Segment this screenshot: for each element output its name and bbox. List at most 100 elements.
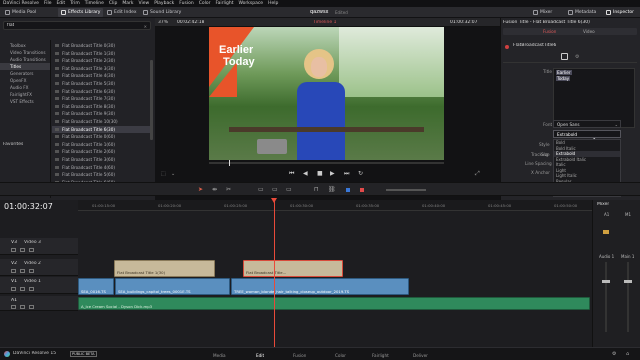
stop-icon[interactable]: ■ <box>317 170 323 177</box>
playhead-marker-icon[interactable] <box>271 198 277 203</box>
favorites-header[interactable]: Favorites <box>3 142 23 147</box>
effects-library-button[interactable]: Effects Library <box>58 8 104 17</box>
timeline-playhead[interactable] <box>274 200 275 347</box>
timeline-ruler[interactable]: 01:00:15:00 01:00:20:00 01:00:25:00 01:0… <box>78 200 592 211</box>
zoom-level[interactable]: 37% <box>158 20 168 25</box>
menu-mark[interactable]: Mark <box>122 1 133 6</box>
mixer-button[interactable]: Mixer <box>530 8 555 17</box>
home-icon[interactable]: ⌂ <box>626 351 629 357</box>
lock-icon[interactable] <box>11 287 16 291</box>
bin-openfx[interactable]: OpenFX <box>0 77 50 84</box>
list-item[interactable]: Flat Broadcast Title 7(30) <box>52 95 152 103</box>
list-item[interactable]: Flat Broadcast Title 1(60) <box>52 141 152 149</box>
lock-icon[interactable] <box>11 248 16 252</box>
fader-knob-2[interactable] <box>624 280 632 283</box>
trim-tool-icon[interactable]: ⇹ <box>212 186 217 193</box>
titles-scrollbar[interactable] <box>150 60 153 140</box>
inspector-button[interactable]: Inspector <box>603 8 637 17</box>
snapping-icon[interactable]: ⊓ <box>314 186 319 193</box>
fullscreen-icon[interactable]: ⤢ <box>475 170 480 178</box>
replace-clip-icon[interactable]: ▭ <box>286 186 292 193</box>
list-item[interactable]: Flat Broadcast Title 0(30) <box>52 42 152 50</box>
mute-icon[interactable] <box>29 305 34 309</box>
loop-icon[interactable]: ↻ <box>358 170 363 177</box>
effects-search-input[interactable]: flat <box>7 23 14 28</box>
menu-edit[interactable]: Edit <box>56 1 65 6</box>
menu-view[interactable]: View <box>139 1 150 6</box>
list-item-selected[interactable]: Flat Broadcast Title 6(30) <box>52 125 152 134</box>
page-tab-edit[interactable]: Edit <box>256 353 264 358</box>
menu-fusion[interactable]: Fusion <box>179 1 193 6</box>
bin-audio-fx[interactable]: Audio FX <box>0 84 50 91</box>
bin-audio-transitions[interactable]: Audio Transitions <box>0 56 50 63</box>
list-item[interactable]: Flat Broadcast Title 6(30) <box>52 88 152 96</box>
menu-color[interactable]: Color <box>199 1 211 6</box>
title-clip-b[interactable]: Flat Broadcast Title... <box>243 260 343 277</box>
video-clip-c[interactable]: TREE_woman_blonde_hair_talking_closeup_o… <box>231 278 409 295</box>
selection-tool-icon[interactable]: ➤ <box>198 186 203 193</box>
menu-workspace[interactable]: Workspace <box>238 1 263 6</box>
list-item[interactable]: Flat Broadcast Title 9(30) <box>52 110 152 118</box>
list-item[interactable]: Flat Broadcast Title 5(60) <box>52 171 152 179</box>
chevron-down-icon[interactable]: ⌄ <box>171 171 175 177</box>
list-item[interactable]: Flat Broadcast Title 10(30) <box>52 118 152 126</box>
lock-icon[interactable] <box>11 269 16 273</box>
reverse-play-icon[interactable]: ◀ <box>303 170 308 177</box>
tab-video[interactable]: Video <box>583 29 595 34</box>
go-to-end-icon[interactable]: ⏭ <box>344 170 349 178</box>
list-item[interactable]: Flat Broadcast Title 4(30) <box>52 72 152 80</box>
font-dropdown[interactable]: Open Sans ⌄ <box>553 120 621 128</box>
edit-index-button[interactable]: Edit Index <box>104 8 140 17</box>
menu-clip[interactable]: Clip <box>109 1 118 6</box>
metadata-button[interactable]: Metadata <box>565 8 599 17</box>
audio-clip[interactable]: A_Ice Cream Social - Dyson Dick.mp3 <box>78 297 590 310</box>
record-arm-button[interactable] <box>603 230 609 234</box>
list-item[interactable]: Flat Broadcast Title 8(30) <box>52 103 152 111</box>
overwrite-clip-icon[interactable]: ▭ <box>272 186 278 193</box>
play-icon[interactable]: ▶ <box>330 170 335 177</box>
style-dropdown[interactable]: Extrabold <box>553 130 621 138</box>
list-item[interactable]: Flat Broadcast Title 0(60) <box>52 133 152 141</box>
page-tab-media[interactable]: Media <box>213 353 226 358</box>
close-icon[interactable]: ✕ <box>144 24 147 29</box>
menu-fairlight[interactable]: Fairlight <box>215 1 233 6</box>
track-visibility-icon[interactable] <box>29 248 34 252</box>
text-tool-icon[interactable] <box>561 53 568 60</box>
menu-file[interactable]: File <box>44 1 52 6</box>
title-clip-a[interactable]: Flat Broadcast Title 1(30) <box>114 260 215 277</box>
list-item[interactable]: Flat Broadcast Title 2(30) <box>52 57 152 65</box>
solo-icon[interactable] <box>20 305 25 309</box>
auto-select-icon[interactable] <box>20 287 25 291</box>
list-item[interactable]: Flat Broadcast Title 1(30) <box>52 50 152 58</box>
sound-library-button[interactable]: Sound Library <box>140 8 184 17</box>
zoom-slider[interactable] <box>386 189 426 191</box>
menu-app[interactable]: DaVinci Resolve <box>3 1 39 6</box>
title-text-field[interactable]: Earlier Today <box>553 68 635 128</box>
bin-video-transitions[interactable]: Video Transitions <box>0 49 50 56</box>
viewer-scrubber[interactable] <box>209 160 444 166</box>
timeline-name[interactable]: Timeline 1 <box>313 20 336 25</box>
link-icon[interactable]: ⛓ <box>328 186 336 193</box>
bin-titles[interactable]: Titles <box>0 63 50 70</box>
settings-icon[interactable]: ⚙ <box>575 54 579 60</box>
lock-icon[interactable] <box>11 305 16 309</box>
marker-icon[interactable] <box>360 188 364 192</box>
bin-vst-effects[interactable]: VST Effects <box>0 98 50 105</box>
page-tab-fusion[interactable]: Fusion <box>293 353 306 358</box>
fader-knob-1[interactable] <box>602 280 610 283</box>
list-item[interactable]: Flat Broadcast Title 2(60) <box>52 148 152 156</box>
menu-playback[interactable]: Playback <box>154 1 174 6</box>
video-clip-b[interactable]: SEA_buildings_capitol_trees_0001E.TS <box>115 278 230 295</box>
bin-toolbox[interactable]: Toolbox <box>0 42 50 49</box>
page-tab-fairlight[interactable]: Fairlight <box>372 353 389 358</box>
list-item[interactable]: Flat Broadcast Title 5(30) <box>52 80 152 88</box>
video-clip-a[interactable]: SEA_0016.TS <box>78 278 114 295</box>
razor-tool-icon[interactable]: ✂ <box>226 186 231 193</box>
flag-icon[interactable] <box>346 188 350 192</box>
auto-select-icon[interactable] <box>20 269 25 273</box>
track-name[interactable]: Video 1 <box>24 279 41 284</box>
track-visibility-icon[interactable] <box>29 287 34 291</box>
bin-fairlightfx[interactable]: FairlightFX <box>0 91 50 98</box>
track-visibility-icon[interactable] <box>29 269 34 273</box>
track-name[interactable]: Video 2 <box>24 261 41 266</box>
